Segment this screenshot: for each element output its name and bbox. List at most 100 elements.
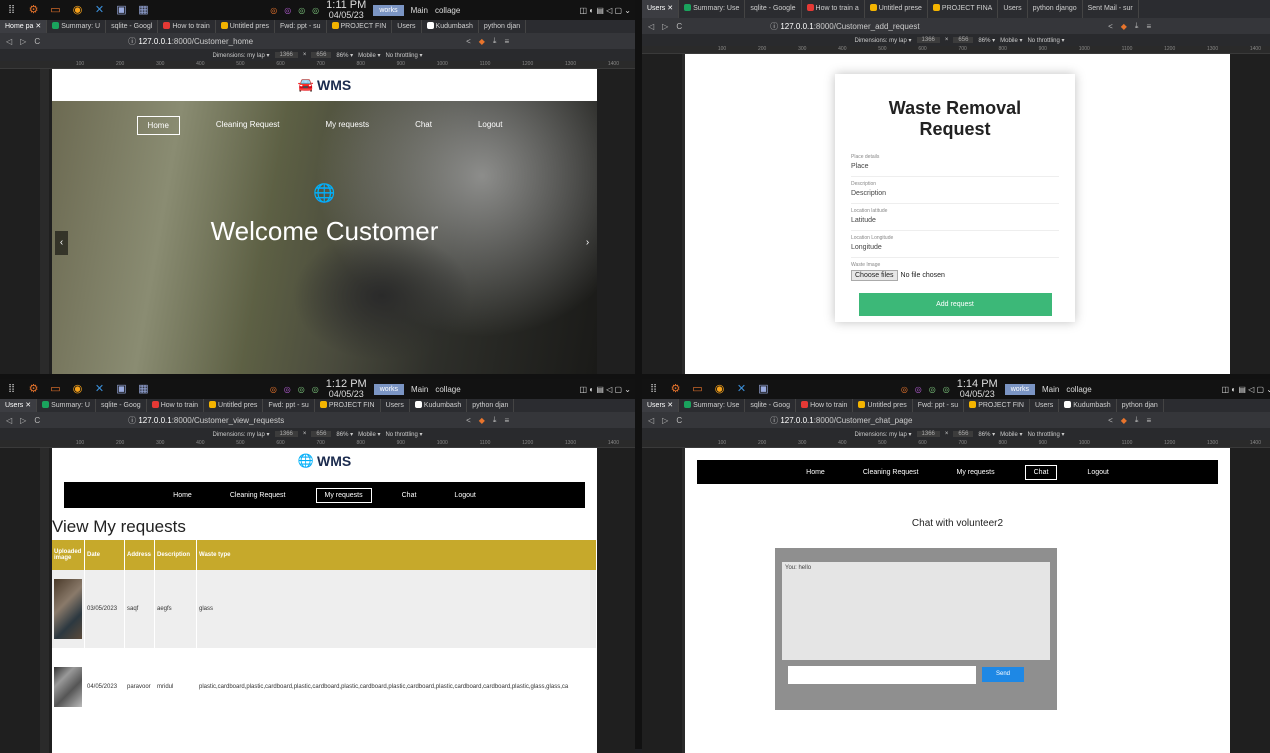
carousel-next-button[interactable]: › <box>581 231 594 255</box>
apps-grid-icon[interactable]: ⁞⁞ <box>4 3 19 18</box>
brave-shield-icon[interactable]: ◆ <box>479 416 485 425</box>
nav-chat[interactable]: Chat <box>405 116 442 135</box>
download-icon[interactable]: ⤓ <box>493 415 497 425</box>
back-icon[interactable]: ◁ <box>648 416 654 425</box>
download-icon[interactable]: ⤓ <box>1135 415 1139 425</box>
tab-fwd-ppt[interactable]: Fwd: ppt - su <box>913 399 965 412</box>
main-label[interactable]: Main <box>411 6 428 15</box>
forward-icon[interactable]: ▷ <box>662 22 668 31</box>
nav-my-requests[interactable]: My requests <box>316 116 380 135</box>
nav-home[interactable]: Home <box>165 489 200 502</box>
zoom-select[interactable]: 86% ▾ <box>978 37 995 44</box>
mobile-select[interactable]: Mobile ▾ <box>358 431 380 438</box>
add-request-button[interactable]: Add request <box>858 293 1052 316</box>
height-field[interactable]: 656 <box>311 52 332 58</box>
image-viewer-icon[interactable]: ▦ <box>136 382 151 397</box>
site-logo[interactable]: WMS <box>317 77 351 93</box>
folder-icon[interactable]: ▭ <box>48 3 63 18</box>
place-input[interactable]: Place <box>851 160 1059 177</box>
height-field[interactable]: 656 <box>311 431 332 437</box>
tab-users-2[interactable]: Users <box>998 0 1028 18</box>
reload-icon[interactable]: C <box>34 37 40 46</box>
tab-users[interactable]: Users ✕ <box>0 399 38 412</box>
dimensions-select[interactable]: Dimensions: my lap ▾ <box>213 52 270 59</box>
zoom-select[interactable]: 86% ▾ <box>978 431 995 438</box>
site-logo[interactable]: WMS <box>317 453 351 469</box>
tab-project[interactable]: PROJECT FIN <box>964 399 1030 412</box>
forward-icon[interactable]: ▷ <box>20 416 26 425</box>
workspace-icon-4[interactable]: ◎ <box>943 385 950 394</box>
terminal-icon[interactable]: ▣ <box>756 382 771 397</box>
apps-grid-icon[interactable]: ⁞⁞ <box>646 382 661 397</box>
tab-project[interactable]: PROJECT FINA <box>928 0 999 18</box>
reload-icon[interactable]: C <box>676 22 682 31</box>
nav-chat[interactable]: Chat <box>394 489 425 502</box>
image-viewer-icon[interactable]: ▦ <box>136 3 151 18</box>
settings-icon[interactable]: ⚙ <box>26 3 41 18</box>
nav-home[interactable]: Home <box>136 116 180 135</box>
workspace-icon-4[interactable]: ◎ <box>312 385 319 394</box>
height-field[interactable]: 656 <box>953 431 974 437</box>
tab-users[interactable]: Users ✕ <box>642 0 680 18</box>
share-icon[interactable]: < <box>466 37 471 46</box>
nav-cleaning-request[interactable]: Cleaning Request <box>855 466 927 479</box>
terminal-icon[interactable]: ▣ <box>114 382 129 397</box>
zoom-select[interactable]: 86% ▾ <box>336 431 353 438</box>
menu-icon[interactable]: ≡ <box>504 37 509 46</box>
nav-logout[interactable]: Logout <box>1079 466 1116 479</box>
menu-icon[interactable]: ≡ <box>1146 22 1151 31</box>
workspace-button[interactable]: works <box>1004 383 1035 395</box>
brave-shield-icon[interactable]: ◆ <box>1121 416 1127 425</box>
tab-python[interactable]: python django <box>1028 0 1083 18</box>
dimensions-select[interactable]: Dimensions: my lap ▾ <box>855 431 912 438</box>
share-icon[interactable]: < <box>1108 22 1113 31</box>
address-input[interactable]: ⓘ 127.0.0.1:8000/Customer_add_request <box>770 21 1100 32</box>
workspace-icon-2[interactable]: ◎ <box>915 385 922 394</box>
collage-label[interactable]: collage <box>435 385 460 394</box>
workspace-icon-3[interactable]: ◎ <box>929 385 936 394</box>
tray-icons[interactable]: ◫ ◐ ▤ ◁ ▢ ⌄ <box>580 6 631 15</box>
chat-input[interactable] <box>788 666 976 684</box>
collage-label[interactable]: collage <box>435 6 460 15</box>
workspace-icon-1[interactable]: ◎ <box>901 385 908 394</box>
width-field[interactable]: 1366 <box>916 431 940 437</box>
carousel-prev-button[interactable]: ‹ <box>55 231 68 255</box>
tab-how-to-train[interactable]: How to train <box>158 20 216 33</box>
forward-icon[interactable]: ▷ <box>20 37 26 46</box>
dimensions-select[interactable]: Dimensions: my lap ▾ <box>855 37 912 44</box>
tab-python[interactable]: python djan <box>479 20 527 33</box>
browser-icon[interactable]: ◉ <box>70 3 85 18</box>
choose-files-button[interactable]: Choose files <box>851 270 898 281</box>
main-label[interactable]: Main <box>1042 385 1059 394</box>
longitude-input[interactable]: Longitude <box>851 241 1059 258</box>
workspace-icon-3[interactable]: ◎ <box>298 6 305 15</box>
send-button[interactable]: Send <box>982 667 1024 682</box>
mobile-select[interactable]: Mobile ▾ <box>358 52 380 59</box>
workspace-button[interactable]: works <box>373 383 404 395</box>
tab-kudumbash[interactable]: Kudumbash <box>410 399 468 412</box>
address-input[interactable]: ⓘ 127.0.0.1:8000/Customer_home <box>128 36 458 47</box>
tab-untitled[interactable]: Untitled pres <box>216 20 276 33</box>
tab-sent-mail[interactable]: Sent Mail - sur <box>1083 0 1139 18</box>
address-input[interactable]: ⓘ 127.0.0.1:8000/Customer_chat_page <box>770 415 1100 426</box>
share-icon[interactable]: < <box>1108 416 1113 425</box>
tray-icons[interactable]: ◫ ◐ ▤ ◁ ▢ ⌄ <box>1222 385 1270 394</box>
latitude-input[interactable]: Latitude <box>851 214 1059 231</box>
tab-sqlite[interactable]: sqlite - Goog <box>96 399 147 412</box>
back-icon[interactable]: ◁ <box>648 22 654 31</box>
tab-users-2[interactable]: Users <box>1030 399 1060 412</box>
workspace-icon-2[interactable]: ◎ <box>284 6 291 15</box>
terminal-icon[interactable]: ▣ <box>114 3 129 18</box>
description-input[interactable]: Description <box>851 187 1059 204</box>
workspace-icon-4[interactable]: ◎ <box>312 6 319 15</box>
menu-icon[interactable]: ≡ <box>504 416 509 425</box>
zoom-select[interactable]: 86% ▾ <box>336 52 353 59</box>
throttle-select[interactable]: No throttling ▾ <box>1027 431 1064 438</box>
tab-project[interactable]: PROJECT FIN <box>327 20 393 33</box>
forward-icon[interactable]: ▷ <box>662 416 668 425</box>
settings-icon[interactable]: ⚙ <box>668 382 683 397</box>
share-icon[interactable]: < <box>466 416 471 425</box>
reload-icon[interactable]: C <box>676 416 682 425</box>
tab-kudumbash[interactable]: Kudumbash <box>1059 399 1117 412</box>
nav-cleaning-request[interactable]: Cleaning Request <box>222 489 294 502</box>
